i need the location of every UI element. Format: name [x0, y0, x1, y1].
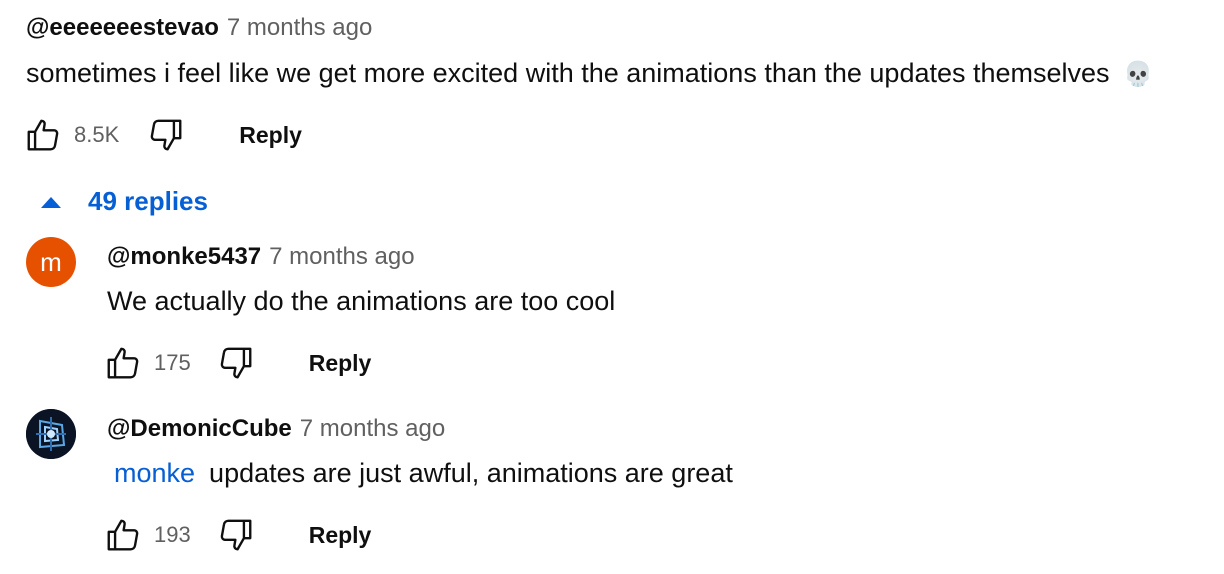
thumbs-up-icon	[27, 119, 59, 151]
dislike-button[interactable]	[145, 114, 187, 156]
caret-up-icon	[41, 196, 61, 208]
reply-button[interactable]: Reply	[309, 522, 372, 549]
avatar-letter: m	[40, 246, 62, 277]
comment-author[interactable]: @eeeeeeestevao	[26, 14, 219, 41]
thumbs-up-icon	[107, 519, 139, 551]
reply-text: monke updates are just awful, animations …	[114, 458, 733, 489]
comment-actions: 8.5K Reply	[22, 114, 302, 156]
comment-body: sometimes i feel like we get more excite…	[26, 58, 1110, 88]
mention-link[interactable]: monke	[114, 458, 195, 488]
avatar[interactable]	[26, 409, 76, 459]
reply-actions: 175 Reply	[102, 342, 371, 384]
like-button[interactable]	[22, 114, 64, 156]
like-count: 193	[154, 522, 191, 547]
thumbs-down-icon	[220, 519, 252, 551]
comment-text: sometimes i feel like we get more excite…	[26, 58, 1153, 89]
reply-button[interactable]: Reply	[309, 350, 372, 377]
reply-author[interactable]: @monke5437	[107, 243, 261, 270]
thumbs-down-icon	[220, 347, 252, 379]
dislike-button[interactable]	[215, 342, 257, 384]
avatar[interactable]: m	[26, 237, 76, 287]
like-button[interactable]	[102, 342, 144, 384]
skull-emoji: 💀	[1123, 61, 1153, 88]
reply-actions: 193 Reply	[102, 514, 371, 556]
replies-count: 49 replies	[88, 186, 208, 216]
demonic-cube-avatar-icon	[26, 409, 76, 459]
reply-time[interactable]: 7 months ago	[300, 415, 445, 442]
like-button[interactable]	[102, 514, 144, 556]
thumbs-down-icon	[150, 119, 182, 151]
reply-text: We actually do the animations are too co…	[107, 286, 616, 316]
like-count: 175	[154, 350, 191, 375]
reply-header: @DemonicCube 7 months ago	[107, 415, 445, 443]
thumbs-up-icon	[107, 347, 139, 379]
reply-time[interactable]: 7 months ago	[269, 243, 414, 270]
comment-time[interactable]: 7 months ago	[227, 14, 372, 41]
like-count: 8.5K	[74, 122, 120, 147]
reply-author[interactable]: @DemonicCube	[107, 415, 292, 442]
reply-button[interactable]: Reply	[239, 122, 302, 149]
reply-body: updates are just awful, animations are g…	[209, 458, 733, 488]
replies-toggle[interactable]: 49 replies	[40, 186, 208, 217]
dislike-button[interactable]	[215, 514, 257, 556]
reply-header: @monke5437 7 months ago	[107, 243, 415, 271]
main-comment-header: @eeeeeeestevao 7 months ago	[26, 14, 372, 42]
